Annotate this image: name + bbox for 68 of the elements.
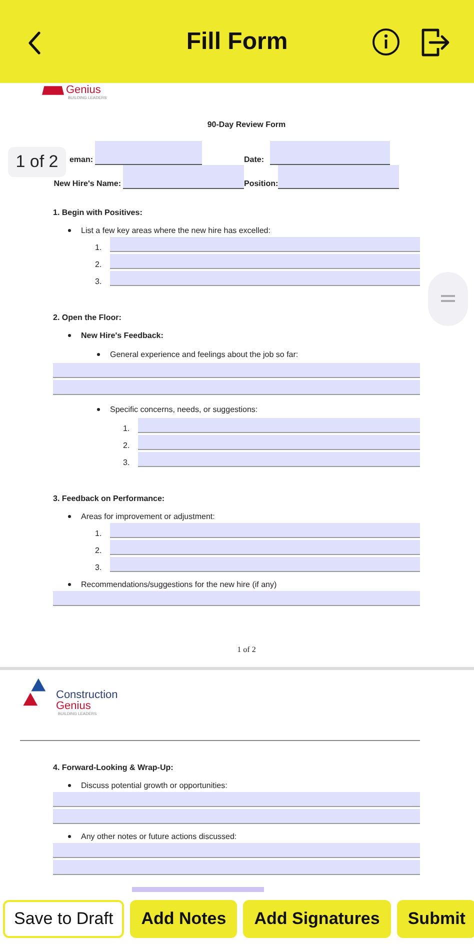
logo-text: Genius [66,85,102,96]
input-field[interactable] [110,237,420,252]
input-field[interactable] [53,363,420,378]
bullet-text: Specific concerns, needs, or suggestions: [110,404,258,414]
field-label: New Hire's Name: [53,179,122,189]
field-label: Date: [242,155,265,165]
input-field[interactable] [95,141,202,165]
list-number: 3. [95,563,103,572]
list-number: 2. [95,260,103,269]
input-field[interactable] [278,165,399,189]
input-field[interactable] [110,540,420,555]
input-field[interactable] [53,809,420,824]
field-label: Position: [244,179,278,189]
list-number: 1. [95,243,103,252]
bullet-icon [97,408,100,410]
bullet-icon [68,784,71,786]
bullet-icon [68,334,71,336]
section-heading: 2. Open the Floor: [53,313,122,323]
bullet-icon [68,582,71,586]
input-field[interactable] [53,792,420,807]
input-field[interactable] [110,271,420,286]
logo-icon [42,86,64,95]
action-button[interactable]: Submit [396,900,474,938]
page-number: 1 of 2 [236,645,257,654]
action-button[interactable]: Add Signatures [243,900,391,938]
bullet-icon [68,514,71,518]
input-field[interactable] [138,435,420,450]
screen-title: Fill Form [186,28,288,56]
field-label: eman: [68,155,94,165]
bullet-text: Areas for improvement or adjustment: [81,512,215,520]
info-icon[interactable] [372,28,400,56]
bullet-text: General experience and feelings about the job so far: [110,350,298,358]
action-button[interactable]: Save to Draft [3,900,124,938]
logo-text: Construction [56,690,118,701]
input-field[interactable] [270,141,390,165]
section-heading: 3. Feedback on Performance: [53,494,166,504]
bullet-icon [68,834,71,838]
list-number: 3. [95,277,103,286]
input-field[interactable] [53,843,420,858]
list-number: 1. [95,529,103,538]
signature-field[interactable] [132,887,264,892]
input-field[interactable] [53,860,420,875]
list-number: 1. [123,424,131,433]
bullet-text: Any other notes or future actions discussed: [81,832,237,840]
action-button[interactable]: Add Notes [130,900,238,938]
list-number: 3. [123,458,131,467]
bullet-text: Discuss potential growth or opportunities: [81,780,228,790]
page-indicator: 1 of 2 [8,147,66,177]
input-field[interactable] [110,523,420,538]
input-field[interactable] [110,254,420,269]
input-field[interactable] [110,557,420,572]
section-heading: 4. Forward-Looking & Wrap-Up: [53,763,174,773]
bullet-icon [68,228,71,232]
bullet-text: Recommendations/suggestions for the new hire (if any) [81,580,277,588]
bullet-text: List a few key areas where the new hire has excelled: [81,226,270,234]
list-number: 2. [95,546,103,555]
input-field[interactable] [123,165,244,189]
logout-icon[interactable] [421,28,451,57]
logo-text: Genius [56,701,92,712]
form-title: 90-Day Review Form [206,120,287,130]
input-field[interactable] [138,452,420,467]
section-heading: 1. Begin with Positives: [53,208,144,218]
input-field[interactable] [53,591,420,606]
bullet-text: New Hire's Feedback: [81,330,164,340]
bullet-icon [97,352,100,356]
input-field[interactable] [53,380,420,395]
input-field[interactable] [138,418,420,433]
list-number: 2. [123,441,131,450]
